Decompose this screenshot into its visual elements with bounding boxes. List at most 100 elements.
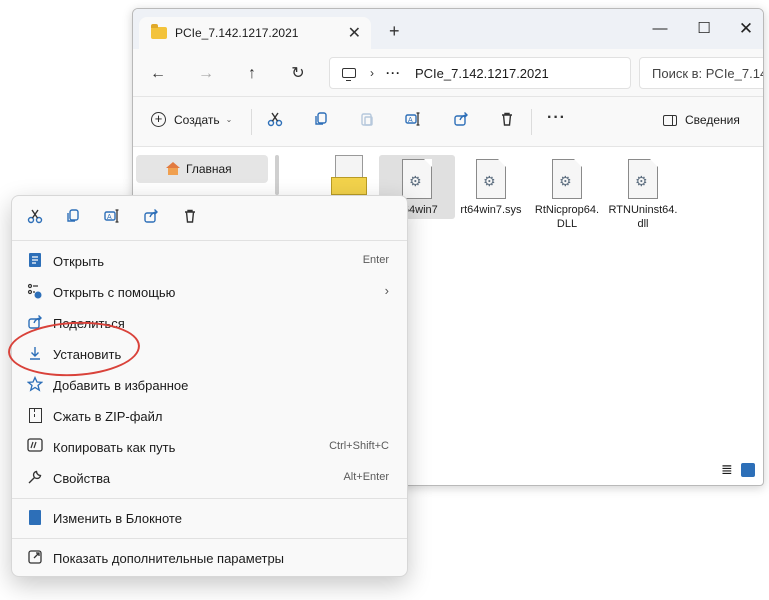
details-button[interactable]: Сведения (663, 113, 740, 127)
driver-file-icon: ⚙ (628, 159, 658, 199)
menu-item-compress-zip[interactable]: Сжать в ZIP-файл (16, 401, 405, 431)
refresh-button[interactable]: ↻ (285, 61, 311, 87)
details-label: Сведения (685, 113, 740, 127)
cut-icon[interactable] (24, 208, 46, 230)
title-bar: PCIe_7.142.1217.2021 ✕ + — ☐ ✕ (133, 9, 763, 49)
menu-item-share[interactable]: Поделиться (16, 308, 405, 338)
quick-actions-bar: A (12, 196, 407, 240)
menu-item-label: Показать дополнительные параметры (53, 550, 285, 566)
divider (531, 109, 532, 135)
driver-file-icon: ⚙ (402, 159, 432, 199)
menu-shortcut: Alt+Enter (343, 471, 389, 483)
menu-item-label: Добавить в избранное (53, 377, 189, 393)
menu-item-add-favorite[interactable]: Добавить в избранное (16, 370, 405, 400)
menu-shortcut: Enter (362, 254, 389, 266)
share-icon[interactable] (451, 111, 471, 131)
tab-close-button[interactable]: ✕ (348, 23, 361, 43)
up-button[interactable]: ↑ (239, 61, 265, 87)
close-button[interactable]: ✕ (731, 15, 761, 43)
driver-file-icon: ⚙ (476, 159, 506, 199)
download-icon (26, 345, 44, 363)
file-name: rt64win7.sys (460, 204, 522, 216)
menu-item-label: Открыть с помощью (53, 284, 176, 300)
sidebar-item-label: Главная (186, 162, 232, 176)
copy-icon[interactable] (62, 208, 84, 230)
menu-item-label: Сжать в ZIP-файл (53, 408, 163, 424)
menu-item-label: Свойства (53, 470, 111, 486)
menu-item-label: Изменить в Блокноте (53, 510, 182, 526)
command-bar: + Создать ⌄ A ··· Сведения (133, 97, 763, 147)
menu-item-more-options[interactable]: Показать дополнительные параметры (16, 543, 405, 573)
copy-path-icon (26, 438, 44, 456)
menu-item-edit-notepad[interactable]: Изменить в Блокноте (16, 503, 405, 533)
svg-text:A: A (408, 117, 413, 124)
divider (12, 498, 407, 499)
address-bar: ← → ↑ ↻ › ··· PCIe_7.142.1217.2021 Поиск… (133, 49, 763, 97)
menu-item-copy-as-path[interactable]: Копировать как путь Ctrl+Shift+C (16, 432, 405, 462)
chevron-right-icon[interactable]: › (370, 66, 374, 80)
divider (12, 538, 407, 539)
folder-icon (151, 24, 167, 39)
share-icon (26, 314, 44, 332)
svg-text:A: A (107, 214, 112, 221)
menu-item-label: Установить (53, 346, 122, 362)
menu-item-install[interactable]: Установить (16, 339, 405, 369)
rename-icon[interactable]: A (403, 111, 423, 131)
file-item[interactable]: ⚙ RtNicprop64.DLL (531, 155, 603, 231)
new-tab-button[interactable]: + (389, 21, 400, 42)
list-view-icon[interactable] (721, 463, 735, 477)
maximize-button[interactable]: ☐ (689, 15, 719, 43)
more-options-icon (26, 549, 44, 567)
menu-item-open-with[interactable]: Открыть с помощью › (16, 277, 405, 307)
home-icon (166, 162, 180, 175)
open-icon (26, 252, 44, 270)
open-with-icon (26, 283, 44, 301)
cut-icon[interactable] (265, 111, 285, 131)
zip-icon (26, 407, 44, 425)
file-item[interactable]: ⚙ rt64win7.sys (455, 155, 527, 217)
menu-item-properties[interactable]: Свойства Alt+Enter (16, 463, 405, 493)
file-name: RtNicprop64.DLL (534, 204, 600, 230)
path-text[interactable]: PCIe_7.142.1217.2021 (415, 66, 549, 81)
menu-item-label: Открыть (53, 253, 105, 269)
search-input[interactable]: Поиск в: PCIe_7.142.1217.2021 (639, 57, 763, 89)
installer-icon (331, 155, 367, 199)
plus-icon: + (151, 112, 166, 127)
driver-file-icon: ⚙ (552, 159, 582, 199)
delete-icon[interactable] (497, 111, 517, 131)
file-item[interactable]: ⚙ RTNUninst64.dll (607, 155, 679, 231)
chevron-down-icon: ⌄ (225, 115, 233, 124)
sidebar-item-home[interactable]: Главная (136, 155, 268, 183)
menu-shortcut: Ctrl+Shift+C (329, 440, 389, 452)
rename-icon[interactable]: A (101, 208, 123, 230)
create-button[interactable]: + Создать ⌄ (151, 112, 232, 127)
delete-icon[interactable] (179, 208, 201, 230)
more-icon[interactable]: ··· (547, 109, 566, 127)
chevron-right-icon: › (384, 283, 389, 298)
path-overflow-button[interactable]: ··· (386, 66, 401, 80)
sidebar-scrollbar[interactable] (275, 155, 279, 195)
minimize-button[interactable]: — (645, 15, 675, 43)
wrench-icon (26, 469, 44, 487)
menu-item-label: Копировать как путь (53, 439, 176, 455)
notepad-icon (26, 509, 44, 527)
grid-view-icon[interactable] (741, 463, 755, 477)
star-icon (26, 375, 44, 394)
back-button[interactable]: ← (145, 61, 171, 87)
menu-item-label: Поделиться (53, 315, 125, 331)
context-menu: A Открыть Enter Открыть с помощью › Поде… (11, 195, 408, 577)
copy-icon[interactable] (311, 111, 331, 131)
tab-active[interactable]: PCIe_7.142.1217.2021 ✕ (139, 17, 371, 49)
tab-title: PCIe_7.142.1217.2021 (175, 26, 299, 40)
monitor-icon (342, 68, 356, 81)
file-name: RTNUninst64.dll (608, 204, 678, 230)
details-icon (663, 114, 677, 126)
menu-item-open[interactable]: Открыть Enter (16, 246, 405, 276)
divider (251, 109, 252, 135)
create-label: Создать (174, 112, 220, 127)
paste-icon[interactable] (357, 111, 377, 131)
share-icon[interactable] (140, 208, 162, 230)
path-field[interactable]: › ··· PCIe_7.142.1217.2021 (329, 57, 631, 89)
forward-button[interactable]: → (193, 61, 219, 87)
divider (12, 240, 407, 241)
